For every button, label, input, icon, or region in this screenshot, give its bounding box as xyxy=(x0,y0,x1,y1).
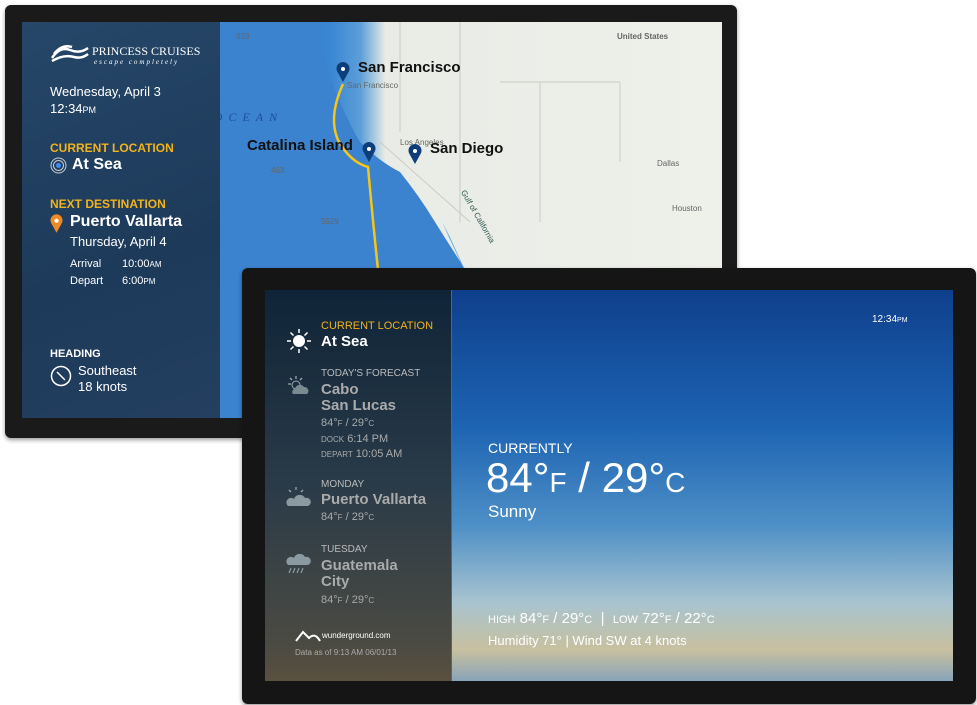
weather-details: Humidity 71° | Wind SW at 4 knots xyxy=(488,633,687,648)
forecast-day: MONDAY xyxy=(321,479,365,490)
forecast-day: TODAY'S FORECAST xyxy=(321,368,421,379)
next-destination-label: NEXT DESTINATION xyxy=(50,197,166,211)
princess-logo-icon xyxy=(50,45,89,62)
weather-display-monitor: CURRENT LOCATION At Sea TODAY'S FORECAST… xyxy=(242,268,976,704)
voyage-info-panel: PRINCESS CRUISES escape completely Wedne… xyxy=(22,22,220,418)
partly-sunny-icon xyxy=(288,376,309,394)
time: 12:34PM xyxy=(50,101,97,116)
brand-tagline: escape completely xyxy=(94,58,180,66)
forecast-city: Puerto Vallarta xyxy=(321,491,427,508)
current-location-label: CURRENT LOCATION xyxy=(321,320,434,332)
port-san-diego[interactable]: San Diego xyxy=(430,140,503,157)
high-low: HIGH 84°F / 29°C | LOW 72°F / 22°C xyxy=(488,610,715,627)
rain-icon xyxy=(286,553,311,574)
partly-cloudy-icon xyxy=(286,487,311,506)
heading-speed: 18 knots xyxy=(78,379,128,394)
forecast-city: Guatemala xyxy=(321,557,398,574)
forecast-temp: 84°F / 29°C xyxy=(321,594,375,606)
date: Wednesday, April 3 xyxy=(50,84,161,99)
map-pin-icon[interactable] xyxy=(408,144,422,164)
forecast-city: San Lucas xyxy=(321,397,397,414)
dock-time: DOCK 6:14 PM xyxy=(321,433,389,445)
condition: Sunny xyxy=(488,502,537,521)
depart-label: Depart xyxy=(70,275,104,287)
forecast-temp: 84°F / 29°C xyxy=(321,417,375,429)
map-label: Houston xyxy=(672,204,702,213)
heading-label: HEADING xyxy=(50,348,101,360)
weather-screen: CURRENT LOCATION At Sea TODAY'S FORECAST… xyxy=(265,290,953,681)
clock: 12:34PM xyxy=(872,314,908,325)
current-location: At Sea xyxy=(321,333,368,350)
next-destination-date: Thursday, April 4 xyxy=(70,234,167,249)
forecast-day: TUESDAY xyxy=(321,544,368,555)
compass-icon xyxy=(50,365,72,387)
forecast-temp: 84°F / 29°C xyxy=(321,511,375,523)
depart-time: 6:00PM xyxy=(122,275,156,287)
depart-time: DEPART 10:05 AM xyxy=(321,448,403,460)
map-pin-icon[interactable] xyxy=(336,62,350,82)
brand-name: PRINCESS CRUISES xyxy=(92,44,201,58)
heading-direction: Southeast xyxy=(78,363,137,378)
current-weather-panel: 12:34PM CURRENTLY 84°F / 29°C Sunny HIGH… xyxy=(452,290,953,681)
radar-icon xyxy=(50,157,67,174)
current-temperature: 84°F / 29°C xyxy=(486,454,686,501)
map-label: 923 xyxy=(236,32,250,41)
country-label: United States xyxy=(617,32,669,41)
wunderground-logo-icon xyxy=(295,630,321,642)
port-san-francisco[interactable]: San Francisco xyxy=(358,59,461,76)
data-timestamp: Data as of 9:13 AM 06/01/13 xyxy=(295,648,397,657)
arrival-time: 10:00AM xyxy=(122,258,162,270)
map-label: San Francisco xyxy=(347,81,399,90)
arrival-label: Arrival xyxy=(70,258,102,270)
sun-icon xyxy=(287,329,311,353)
forecast-panel: CURRENT LOCATION At Sea TODAY'S FORECAST… xyxy=(265,290,452,681)
map-label: 463 xyxy=(271,166,285,175)
destination-pin-icon xyxy=(50,214,63,233)
forecast-city: City xyxy=(321,573,350,590)
provider: wunderground.com xyxy=(322,631,391,640)
map-label: Dallas xyxy=(657,159,680,168)
map-pin-icon[interactable] xyxy=(362,142,376,162)
forecast-city: Cabo xyxy=(321,381,359,398)
next-destination: Puerto Vallarta xyxy=(70,213,183,230)
current-location-label: CURRENT LOCATION xyxy=(50,141,174,155)
current-location: At Sea xyxy=(72,156,122,173)
port-catalina-island[interactable]: Catalina Island xyxy=(247,137,353,154)
map-label: 5529 xyxy=(321,217,339,226)
